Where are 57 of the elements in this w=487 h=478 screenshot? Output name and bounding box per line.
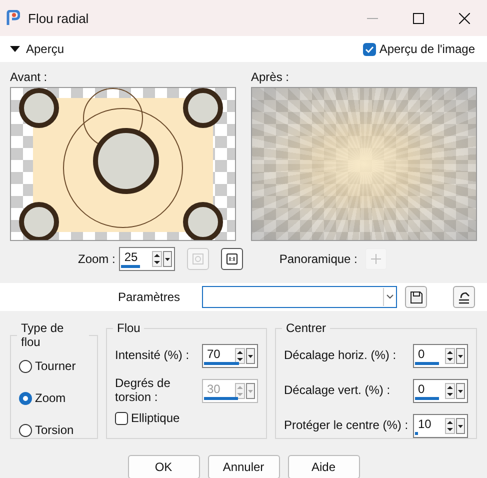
pan-label: Panoramique : — [279, 252, 358, 266]
spin-arrows-icon[interactable] — [445, 348, 455, 364]
close-icon[interactable] — [458, 12, 470, 24]
zoom-label: Zoom : — [78, 252, 116, 266]
group-title: Type de flou — [20, 321, 65, 349]
field-label: Décalage vert. (%) : — [284, 384, 390, 398]
checkbox-label: Aperçu de l'image — [379, 42, 475, 56]
spin-arrows-icon[interactable] — [152, 251, 162, 267]
actual-size-button[interactable] — [221, 248, 244, 270]
checkbox[interactable] — [363, 42, 376, 56]
spin-box[interactable]: 70 — [202, 344, 258, 368]
preview-label: Avant : — [10, 70, 48, 84]
presets-dropdown[interactable] — [202, 286, 398, 308]
spin-box[interactable]: 0 — [413, 379, 468, 403]
dropdown-arrow-icon — [383, 288, 396, 306]
value-input[interactable]: 0 — [414, 380, 445, 402]
reset-button[interactable] — [453, 286, 475, 308]
window-title: Flou radial — [28, 10, 90, 26]
dialog-button[interactable]: OK — [128, 455, 200, 478]
field-label: Décalage horiz. (%) : — [284, 349, 396, 363]
maximize-icon[interactable] — [412, 12, 424, 24]
collapse-arrow-icon[interactable] — [10, 46, 20, 52]
field-label: Degrés de torsion : — [115, 377, 172, 405]
app-logo-icon — [6, 10, 20, 26]
spin-box[interactable]: 0 — [413, 344, 468, 368]
dialog-button[interactable]: Aide — [288, 455, 360, 478]
dialog-button[interactable]: Annuler — [208, 455, 280, 478]
radio-label: Tourner — [35, 359, 76, 373]
spin-arrows-icon[interactable] — [445, 418, 455, 434]
value-input[interactable]: 0 — [414, 345, 445, 367]
radio-label: Zoom — [35, 391, 66, 405]
group-title: Flou — [116, 321, 142, 335]
spin-arrows-icon[interactable] — [445, 383, 455, 399]
value-input[interactable]: 25 — [120, 248, 152, 270]
one-to-one-icon — [226, 253, 238, 265]
checkbox[interactable] — [115, 412, 128, 424]
value-input[interactable]: 10 — [414, 415, 445, 437]
fit-icon — [192, 253, 204, 265]
radio-button[interactable] — [19, 360, 32, 372]
spin-box[interactable]: 25 — [119, 247, 176, 271]
radio-button[interactable] — [19, 424, 32, 436]
spin-box[interactable]: 10 — [413, 414, 468, 438]
presets-label: Paramètres — [118, 290, 180, 304]
value-input[interactable]: 70 — [203, 345, 235, 367]
undo-arrow-icon — [457, 290, 471, 304]
save-preset-button[interactable] — [405, 286, 428, 308]
group-title: Centrer — [285, 321, 328, 335]
checkbox-label: Elliptique — [131, 411, 180, 425]
move-icon — [371, 254, 382, 264]
spin-arrows-icon[interactable] — [235, 348, 245, 364]
radio-button[interactable] — [19, 392, 32, 404]
section-header: Aperçu — [26, 42, 66, 56]
checkmark-icon — [365, 46, 374, 52]
field-label: Intensité (%) : — [115, 349, 190, 363]
field-label: Protéger le centre (%) : — [284, 419, 408, 433]
preview-label: Après : — [251, 70, 290, 84]
radio-label: Torsion — [35, 423, 74, 437]
